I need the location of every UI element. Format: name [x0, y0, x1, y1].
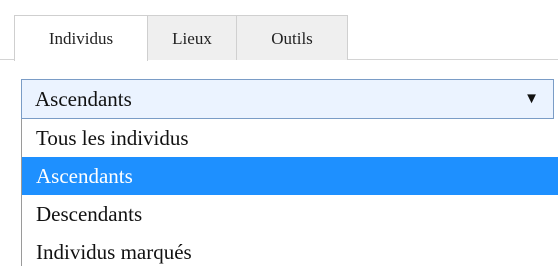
tab-individus[interactable]: Individus [14, 15, 148, 61]
option-descendants[interactable]: Descendants [22, 195, 558, 233]
filter-select-value: Ascendants [35, 87, 132, 111]
tab-outils[interactable]: Outils [236, 15, 348, 60]
filter-options-list: Tous les individus Ascendants Descendant… [21, 119, 558, 266]
option-individus-marques[interactable]: Individus marqués [22, 233, 558, 271]
dropdown-arrow-icon[interactable]: ▼ [524, 80, 539, 118]
filter-select[interactable]: Ascendants ▼ [21, 79, 554, 119]
tab-lieux[interactable]: Lieux [147, 15, 237, 60]
option-tous-les-individus[interactable]: Tous les individus [22, 119, 558, 157]
tab-bar: Individus Lieux Outils [0, 0, 558, 61]
option-ascendants[interactable]: Ascendants [22, 157, 558, 195]
